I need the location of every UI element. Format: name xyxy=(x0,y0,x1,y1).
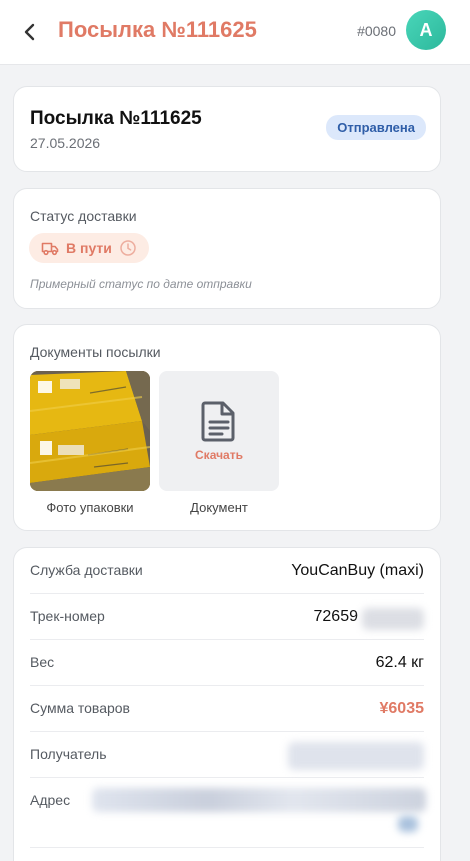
chevron-left-icon xyxy=(24,23,35,41)
detail-key: Адрес xyxy=(30,792,71,808)
tracking-number[interactable]: 72659 xyxy=(314,608,359,626)
documents-label: Документы посылки xyxy=(30,344,161,360)
packing-photo-caption: Фото упаковки xyxy=(46,500,134,515)
recipient-redacted xyxy=(288,742,424,770)
detail-value: 62.4 кг xyxy=(375,654,424,671)
parcel-title: Посылка №111625 xyxy=(30,108,202,129)
address-redacted xyxy=(92,788,426,812)
tracking-number-redacted xyxy=(362,608,424,630)
parcel-summary-card: Посылка №111625 27.05.2026 Отправлена xyxy=(13,86,441,172)
delivery-status-pill: В пути xyxy=(29,233,149,263)
packing-photo-image xyxy=(30,371,150,491)
document-icon xyxy=(201,401,235,442)
document-download-tile[interactable]: Скачать xyxy=(159,371,279,491)
document-item[interactable]: Скачать Документ xyxy=(159,371,279,515)
detail-key: Сумма товаров xyxy=(30,700,130,716)
detail-row-address: Адрес xyxy=(30,778,426,848)
detail-value: YouCanBuy (maxi) xyxy=(291,562,424,579)
detail-key: Служба доставки xyxy=(30,562,143,578)
app-header: Посылка №111625 #0080 A xyxy=(0,0,470,65)
detail-row-recipient: Получатель xyxy=(30,732,424,778)
packing-photo[interactable] xyxy=(30,371,150,491)
detail-key: Вес xyxy=(30,654,55,670)
detail-row-service: Служба доставки YouCanBuy (maxi) xyxy=(30,548,424,594)
avatar[interactable]: A xyxy=(406,10,446,50)
address-redacted-tail xyxy=(398,816,418,832)
page-title: Посылка №111625 xyxy=(58,17,257,42)
parcel-date: 27.05.2026 xyxy=(30,135,101,151)
detail-value: ¥6035 xyxy=(379,700,425,717)
details-card: Служба доставки YouCanBuy (maxi) Трек-но… xyxy=(13,547,441,861)
truck-icon xyxy=(41,242,59,256)
document-caption: Документ xyxy=(190,500,248,515)
detail-row-amount: Сумма товаров ¥6035 xyxy=(30,686,424,732)
detail-row-tracking: Трек-номер 72659 xyxy=(30,594,424,640)
documents-card: Документы посылки Фото упаковки Скачать … xyxy=(13,324,441,531)
delivery-status-text: В пути xyxy=(66,240,112,256)
download-link[interactable]: Скачать xyxy=(195,448,243,462)
clock-icon xyxy=(120,240,136,256)
detail-row-weight: Вес 62.4 кг xyxy=(30,640,424,686)
detail-key: Получатель xyxy=(30,746,107,762)
order-code: #0080 xyxy=(357,23,396,39)
delivery-status-label: Статус доставки xyxy=(30,208,137,224)
packing-photo-item[interactable]: Фото упаковки xyxy=(30,371,150,515)
status-badge: Отправлена xyxy=(326,115,426,140)
detail-key: Трек-номер xyxy=(30,608,105,624)
delivery-status-hint: Примерный статус по дате отправки xyxy=(30,277,252,291)
delivery-status-card: Статус доставки В пути Примерный статус … xyxy=(13,188,441,309)
back-button[interactable] xyxy=(16,18,44,46)
